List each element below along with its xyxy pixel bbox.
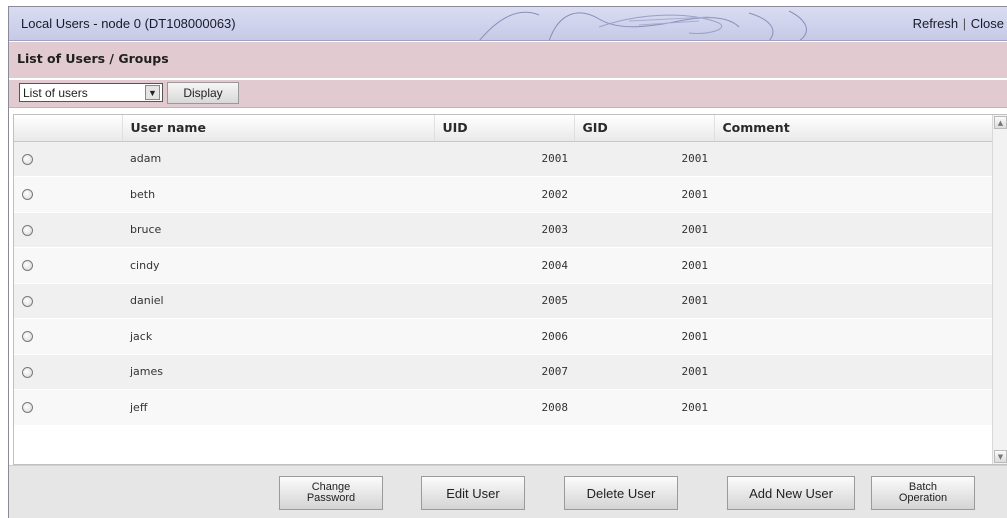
section-title: List of Users / Groups: [17, 51, 169, 66]
scroll-up-arrow-icon[interactable]: ▲: [994, 116, 1007, 129]
gid-cell: 2001: [574, 283, 714, 319]
row-select-cell: [14, 247, 122, 284]
user-name-cell: jack: [122, 318, 434, 355]
action-button-bar: Change Password Edit User Delete User Ad…: [9, 465, 1007, 518]
comment-cell: [714, 247, 994, 284]
row-radio-button[interactable]: [22, 402, 33, 414]
uid-cell: 2006: [434, 318, 574, 355]
table-scrollbar[interactable]: ▲ ▼: [992, 115, 1007, 464]
uid-cell: 2007: [434, 354, 574, 390]
row-select-cell: [14, 389, 122, 426]
row-radio-button[interactable]: [22, 189, 33, 201]
delete-user-button[interactable]: Delete User: [564, 476, 678, 510]
user-name-cell: jeff: [122, 389, 434, 426]
gid-cell: 2001: [574, 247, 714, 284]
table-row[interactable]: jeff 2008 2001: [14, 389, 994, 426]
window-titlebar: Local Users - node 0 (DT108000063) Refre…: [9, 7, 1007, 41]
row-radio-button[interactable]: [22, 366, 33, 378]
uid-cell: 2001: [434, 141, 574, 177]
batch-operation-button[interactable]: Batch Operation: [871, 476, 975, 510]
list-type-select[interactable]: List of users ▼: [19, 83, 163, 102]
decorative-swirl: [479, 10, 807, 40]
close-link[interactable]: Close: [971, 16, 1004, 31]
users-table: User name UID GID Comment adam 2001 2001…: [14, 115, 995, 426]
row-radio-button[interactable]: [22, 224, 33, 236]
table-row[interactable]: daniel 2005 2001: [14, 283, 994, 319]
comment-cell: [714, 212, 994, 248]
refresh-link[interactable]: Refresh: [913, 16, 959, 31]
change-password-button[interactable]: Change Password: [279, 476, 383, 510]
table-row[interactable]: cindy 2004 2001: [14, 247, 994, 284]
row-select-cell: [14, 212, 122, 248]
comment-cell: [714, 318, 994, 355]
row-radio-button[interactable]: [22, 260, 33, 272]
table-row[interactable]: beth 2002 2001: [14, 176, 994, 213]
comment-cell: [714, 176, 994, 213]
scroll-down-arrow-icon[interactable]: ▼: [994, 450, 1007, 463]
display-button[interactable]: Display: [167, 82, 239, 104]
edit-user-button[interactable]: Edit User: [421, 476, 525, 510]
gid-cell: 2001: [574, 318, 714, 355]
list-toolbar: List of users ▼ Display: [9, 80, 1007, 108]
window-title: Local Users - node 0 (DT108000063): [21, 16, 236, 31]
user-name-cell: daniel: [122, 283, 434, 319]
row-radio-button[interactable]: [22, 331, 33, 343]
gid-cell: 2001: [574, 212, 714, 248]
table-header-row: User name UID GID Comment: [14, 115, 995, 142]
user-name-cell: beth: [122, 176, 434, 213]
uid-cell: 2005: [434, 283, 574, 319]
row-select-cell: [14, 141, 122, 177]
row-select-cell: [14, 283, 122, 319]
local-users-window: Local Users - node 0 (DT108000063) Refre…: [8, 6, 1007, 518]
link-separator: |: [962, 16, 967, 31]
user-name-cell: adam: [122, 141, 434, 177]
comment-cell: [714, 141, 994, 177]
column-header-uid[interactable]: UID: [434, 115, 575, 142]
table-row[interactable]: bruce 2003 2001: [14, 212, 994, 248]
dropdown-arrow-icon[interactable]: ▼: [145, 85, 160, 100]
user-name-cell: bruce: [122, 212, 434, 248]
table-row[interactable]: jack 2006 2001: [14, 318, 994, 355]
comment-cell: [714, 354, 994, 390]
users-table-container: User name UID GID Comment adam 2001 2001…: [13, 114, 1007, 465]
gid-cell: 2001: [574, 141, 714, 177]
add-new-user-button[interactable]: Add New User: [727, 476, 855, 510]
column-header-gid[interactable]: GID: [574, 115, 715, 142]
comment-cell: [714, 389, 994, 426]
table-row[interactable]: adam 2001 2001: [14, 141, 994, 177]
row-radio-button[interactable]: [22, 153, 33, 165]
uid-cell: 2003: [434, 212, 574, 248]
column-header-comment[interactable]: Comment: [714, 115, 995, 142]
comment-cell: [714, 283, 994, 319]
section-header: List of Users / Groups: [9, 42, 1007, 78]
titlebar-links: Refresh | Close: [913, 16, 1004, 31]
uid-cell: 2004: [434, 247, 574, 284]
row-select-cell: [14, 354, 122, 390]
table-row[interactable]: james 2007 2001: [14, 354, 994, 390]
row-select-cell: [14, 318, 122, 355]
list-type-value: List of users: [23, 86, 88, 100]
column-header-user-name[interactable]: User name: [122, 115, 435, 142]
uid-cell: 2002: [434, 176, 574, 213]
row-select-cell: [14, 176, 122, 213]
gid-cell: 2001: [574, 389, 714, 426]
select-column-header: [14, 115, 123, 142]
gid-cell: 2001: [574, 176, 714, 213]
row-radio-button[interactable]: [22, 295, 33, 307]
user-name-cell: james: [122, 354, 434, 390]
user-name-cell: cindy: [122, 247, 434, 284]
uid-cell: 2008: [434, 389, 574, 426]
gid-cell: 2001: [574, 354, 714, 390]
